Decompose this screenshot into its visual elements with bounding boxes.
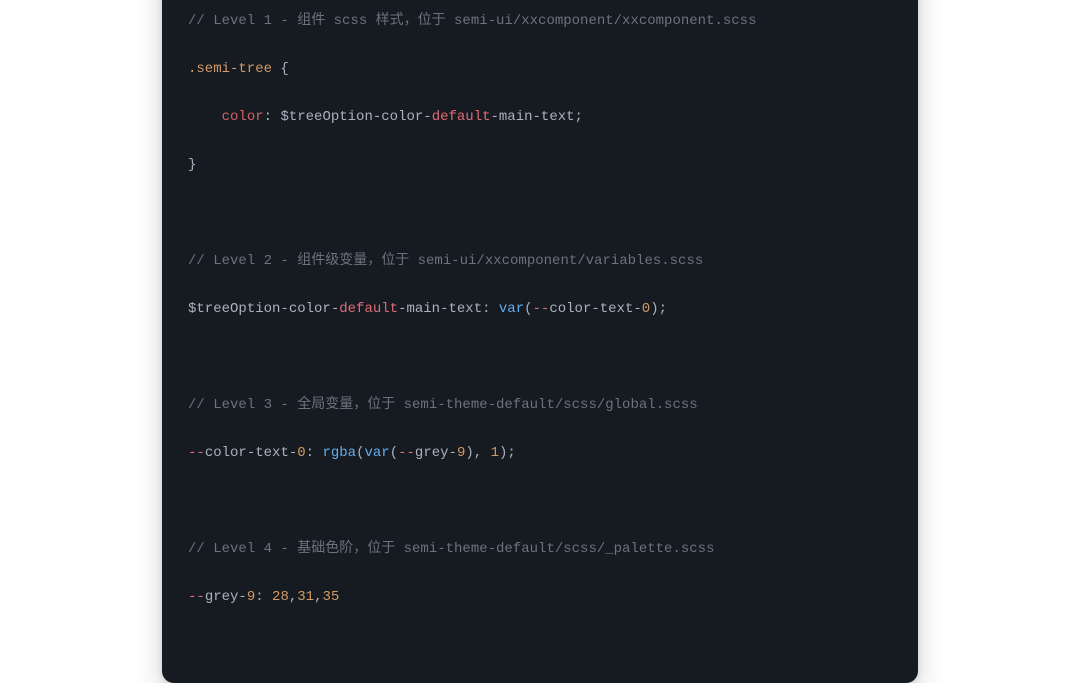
indent	[188, 109, 222, 125]
token: text	[541, 109, 575, 125]
dash: -	[449, 445, 457, 461]
token: grey	[415, 445, 449, 461]
code-window: // Level 1 - 组件 scss 样式，位于 semi-ui/xxcom…	[162, 0, 918, 683]
comment-text: // Level 2 - 组件级变量，位于 semi-ui/xxcomponen…	[188, 253, 703, 269]
double-dash: --	[188, 589, 205, 605]
code-line: --color-text-0: rgba(var(--grey-9), 1);	[188, 441, 892, 465]
dash: -	[289, 445, 297, 461]
token: default	[339, 301, 398, 317]
token: color	[549, 301, 591, 317]
css-selector: .semi-tree	[188, 61, 272, 77]
number: 9	[247, 589, 255, 605]
double-dash: --	[188, 445, 205, 461]
code-line: // Level 3 - 全局变量，位于 semi-theme-default/…	[188, 393, 892, 417]
colon: :	[306, 445, 323, 461]
variable-name: treeOption	[289, 109, 373, 125]
token: text	[600, 301, 634, 317]
number: 35	[322, 589, 339, 605]
brace: {	[272, 61, 289, 77]
stage: // Level 1 - 组件 scss 样式，位于 semi-ui/xxcom…	[0, 0, 1080, 608]
number: 0	[642, 301, 650, 317]
token: color	[289, 301, 331, 317]
function-name: rgba	[322, 445, 356, 461]
token: default	[432, 109, 491, 125]
comma: ,	[474, 445, 491, 461]
dash: -	[533, 109, 541, 125]
brace: }	[188, 157, 196, 173]
comment-text: // Level 1 - 组件 scss 样式，位于 semi-ui/xxcom…	[188, 13, 756, 29]
double-dash: --	[398, 445, 415, 461]
paren: (	[390, 445, 398, 461]
dash: -	[633, 301, 641, 317]
code-line: color: $treeOption-color-default-main-te…	[188, 105, 892, 129]
dash: -	[491, 109, 499, 125]
paren: )	[465, 445, 473, 461]
code-line: // Level 4 - 基础色阶，位于 semi-theme-default/…	[188, 537, 892, 561]
token: main	[406, 301, 440, 317]
paren: )	[650, 301, 658, 317]
code-line: $treeOption-color-default-main-text: var…	[188, 297, 892, 321]
dash: -	[280, 301, 288, 317]
blank-line	[188, 345, 892, 369]
double-dash: --	[533, 301, 550, 317]
dollar-sign: $	[280, 109, 288, 125]
semicolon: ;	[507, 445, 515, 461]
comma: ,	[289, 589, 297, 605]
paren: (	[524, 301, 532, 317]
token: text	[255, 445, 289, 461]
css-property: color	[222, 109, 264, 125]
semicolon: ;	[575, 109, 583, 125]
colon: :	[482, 301, 499, 317]
colon: :	[264, 109, 281, 125]
function-name: var	[364, 445, 389, 461]
number: 1	[491, 445, 499, 461]
code-line: --grey-9: 28,31,35	[188, 585, 892, 609]
token: text	[448, 301, 482, 317]
variable-name: treeOption	[196, 301, 280, 317]
comment-text: // Level 4 - 基础色阶，位于 semi-theme-default/…	[188, 541, 714, 557]
number: 0	[297, 445, 305, 461]
blank-line	[188, 201, 892, 225]
dash: -	[238, 589, 246, 605]
semicolon: ;	[659, 301, 667, 317]
code-area: // Level 1 - 组件 scss 样式，位于 semi-ui/xxcom…	[162, 0, 918, 683]
dash: -	[373, 109, 381, 125]
dash: -	[591, 301, 599, 317]
token: grey	[205, 589, 239, 605]
token: color	[381, 109, 423, 125]
number: 28	[272, 589, 289, 605]
comment-text: // Level 3 - 全局变量，位于 semi-theme-default/…	[188, 397, 698, 413]
dash: -	[247, 445, 255, 461]
colon: :	[255, 589, 272, 605]
code-line: // Level 2 - 组件级变量，位于 semi-ui/xxcomponen…	[188, 249, 892, 273]
token: main	[499, 109, 533, 125]
dash: -	[423, 109, 431, 125]
number: 31	[297, 589, 314, 605]
code-line: .semi-tree {	[188, 57, 892, 81]
dash: -	[331, 301, 339, 317]
code-line: }	[188, 153, 892, 177]
function-name: var	[499, 301, 524, 317]
code-line: // Level 1 - 组件 scss 样式，位于 semi-ui/xxcom…	[188, 9, 892, 33]
token: color	[205, 445, 247, 461]
blank-line	[188, 489, 892, 513]
